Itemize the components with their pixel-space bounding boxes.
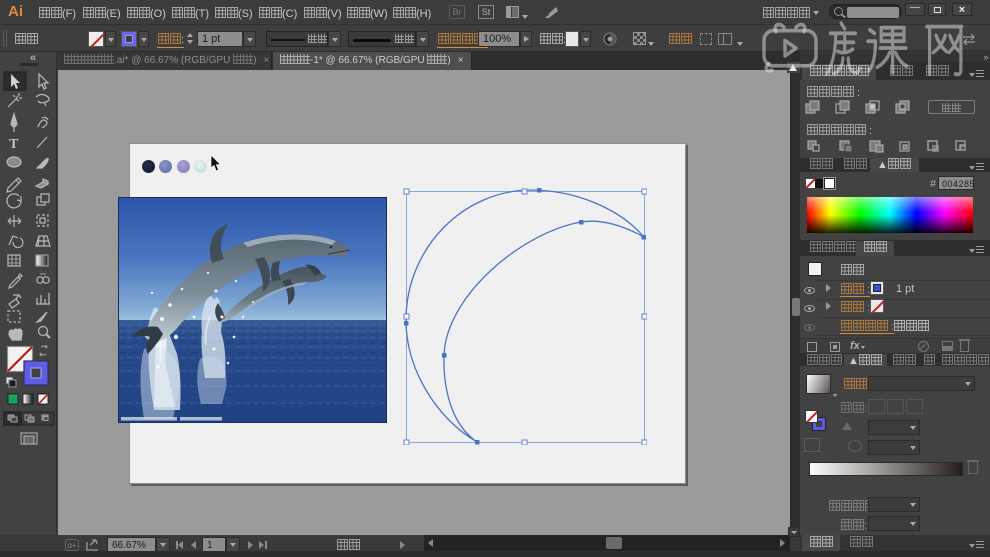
svg-text:T: T — [9, 137, 19, 152]
svg-text:«: « — [30, 52, 36, 64]
